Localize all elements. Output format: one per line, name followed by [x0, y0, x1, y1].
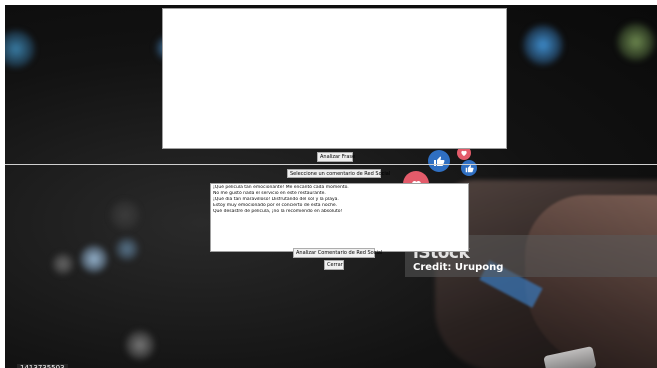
analyze-comment-button[interactable]: Analizar Comentario de Red Social: [293, 248, 382, 258]
bokeh-light: [617, 23, 655, 61]
bokeh-light: [125, 330, 155, 360]
bokeh-light: [523, 25, 563, 65]
bokeh-light: [52, 253, 74, 275]
close-button[interactable]: Cerrar: [324, 260, 344, 270]
bokeh-light: [5, 30, 35, 68]
analyze-phrase-button[interactable]: Analizar Frase: [317, 152, 355, 162]
watermark-credit: Credit: Urupong: [413, 262, 504, 273]
select-comment-label: Seleccione un comentario de Red Social: [287, 169, 390, 178]
bokeh-light: [110, 200, 140, 230]
thumbs-up-icon: [428, 150, 450, 172]
bokeh-light: [80, 245, 108, 273]
list-item[interactable]: Qué desastre de película, ¡no la recomie…: [213, 209, 466, 215]
comment-listbox[interactable]: ¡Qué película tan emocionante! Me encant…: [210, 183, 469, 252]
image-id-label: 1413735503: [17, 364, 68, 368]
thumbs-up-icon: [461, 160, 477, 176]
app-window: iStock Credit: Urupong Analizar Frase Se…: [5, 5, 657, 368]
phrase-output-panel: [162, 8, 507, 149]
section-divider: [5, 164, 657, 165]
bokeh-light: [115, 237, 139, 261]
